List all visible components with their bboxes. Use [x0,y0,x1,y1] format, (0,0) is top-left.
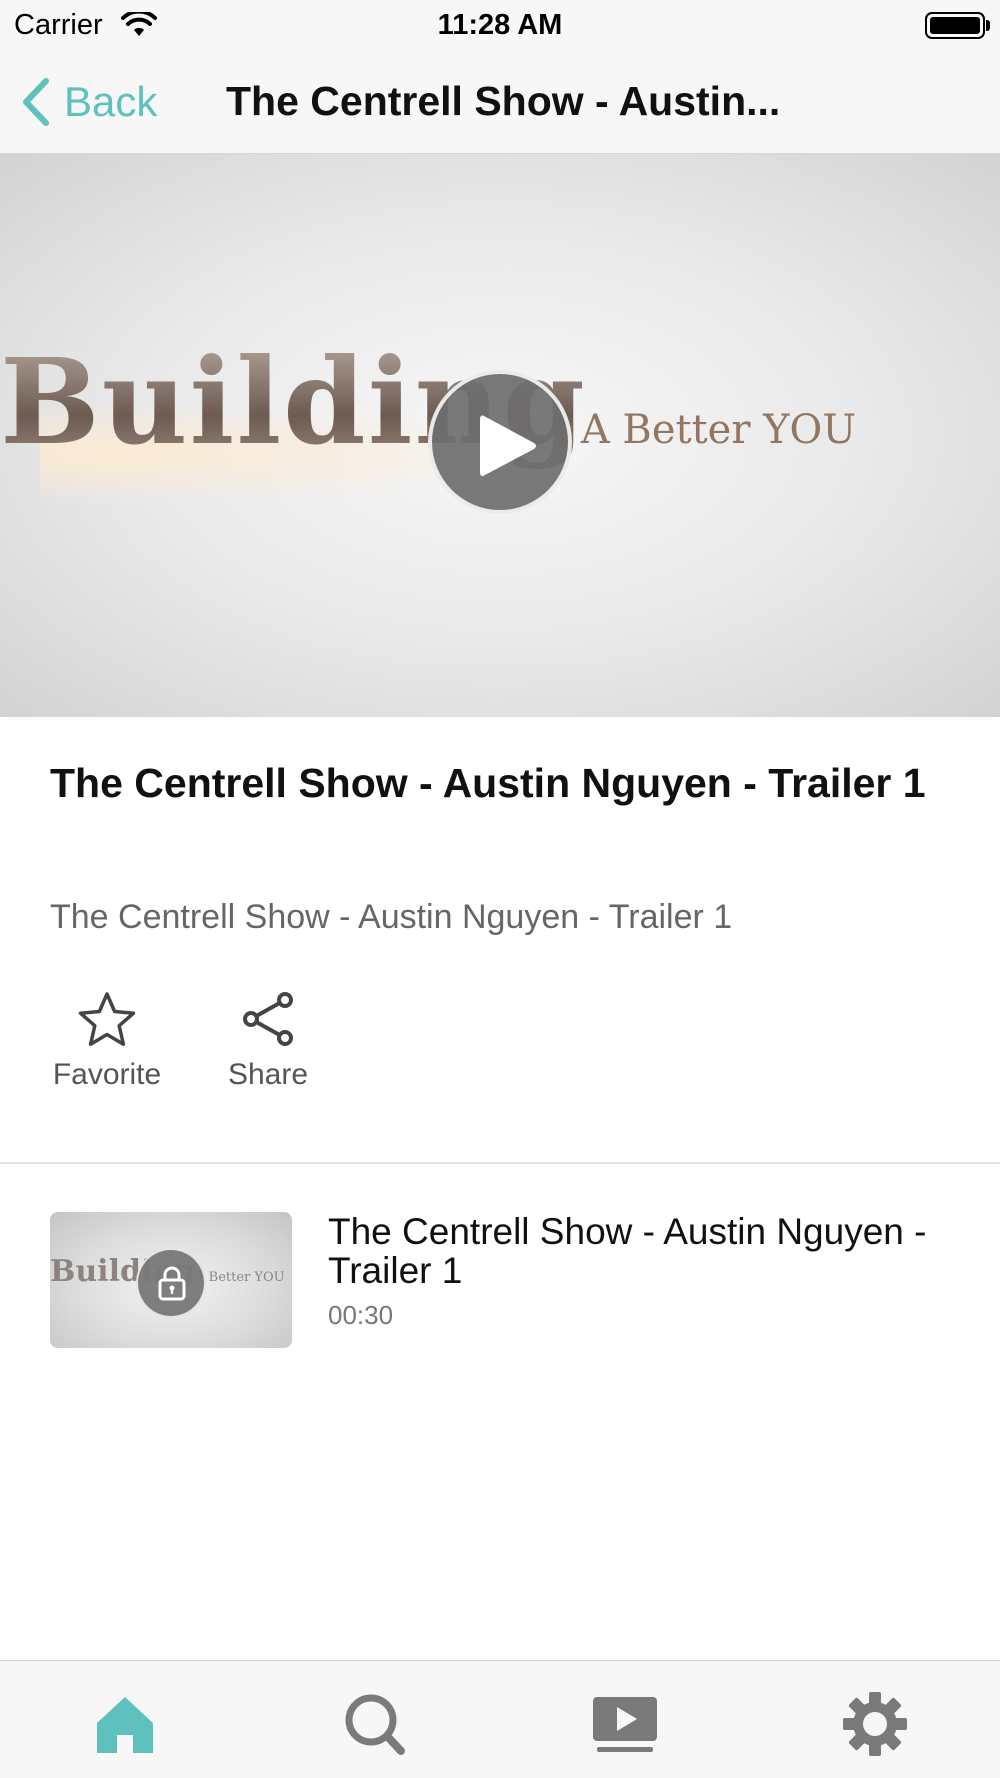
episode-title: The Centrell Show - Austin Nguyen - Trai… [328,1211,927,1291]
share-label: Share [227,1058,309,1091]
tab-videos[interactable] [585,1689,665,1759]
tab-home[interactable] [85,1689,165,1759]
status-bar: Carrier 11:28 AM [0,0,1000,52]
home-icon [97,1697,153,1753]
tab-search[interactable] [335,1689,415,1759]
share-button[interactable]: Share [226,990,310,1092]
battery-tip [986,20,990,31]
back-label: Back [64,78,158,125]
episode-logo-small: A Better YOU [195,1270,285,1285]
episode-thumbnail: BuildingA Better YOU [50,1212,292,1348]
video-description: The Centrell Show - Austin Nguyen - Trai… [50,898,733,936]
back-button[interactable]: Back [18,70,157,134]
lock-icon [158,1266,186,1301]
share-icon [243,992,293,1046]
search-icon [345,1694,405,1755]
tab-bar [0,1660,1000,1778]
section-divider [0,1162,1000,1164]
chevron-left-icon [23,78,49,126]
episode-duration: 00:30 [328,1300,394,1330]
play-icon [480,415,536,476]
play-button[interactable] [428,370,572,514]
status-time: 11:28 AM [437,9,563,41]
video-logo-small: A Better YOU [580,407,857,453]
navigation-bar: Back The Centrell Show - Austin... [0,52,1000,154]
gear-icon [843,1692,907,1756]
list-item[interactable]: BuildingA Better YOU The Centrell Show -… [0,1212,1000,1350]
video-player[interactable]: BuildingA Better YOU [0,154,1000,717]
favorite-label: Favorite [52,1058,162,1091]
video-title: The Centrell Show - Austin Nguyen - Trai… [50,760,926,806]
lock-badge [136,1248,206,1318]
battery-icon [925,12,985,39]
favorite-button[interactable]: Favorite [50,990,164,1092]
tab-settings[interactable] [835,1689,915,1759]
video-library-icon [593,1697,657,1752]
star-icon [78,992,136,1046]
page-title: The Centrell Show - Austin... [226,78,781,124]
